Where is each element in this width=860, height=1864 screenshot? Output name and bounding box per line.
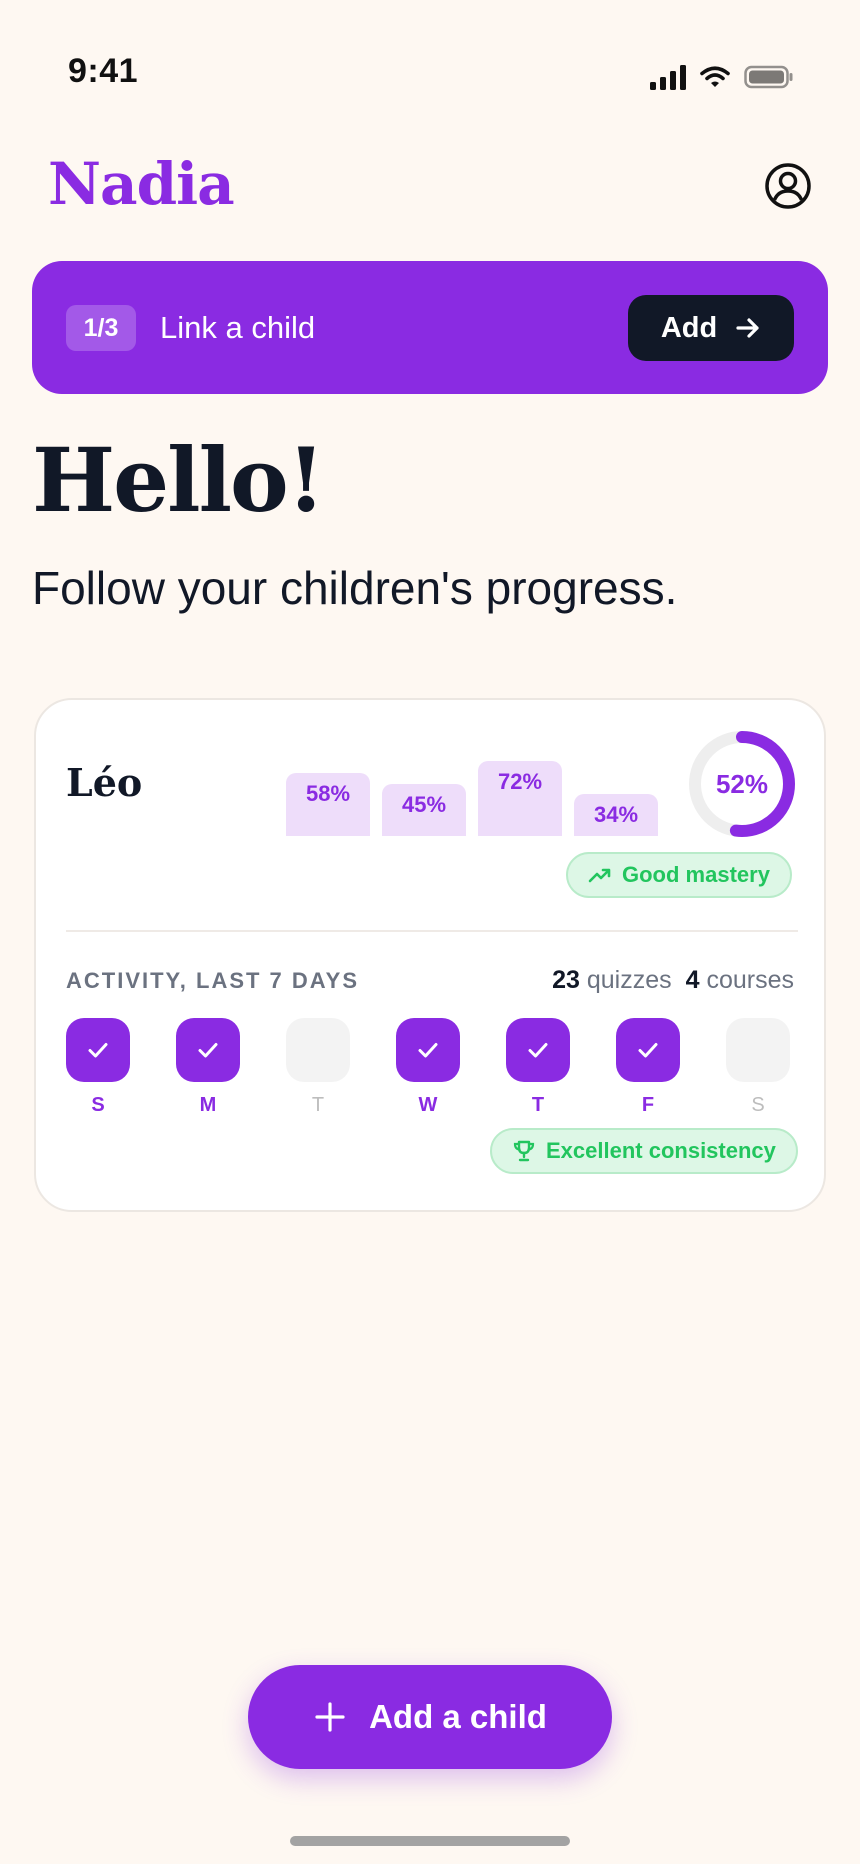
courses-label: courses (706, 966, 794, 994)
activity-day-done (396, 1018, 460, 1082)
subject-bar-label: 58% (305, 781, 351, 806)
activity-day-done (66, 1018, 130, 1082)
banner-add-label: Add (660, 311, 718, 344)
mastery-badge-label: Good mastery (622, 862, 770, 887)
activity-label: ACTIVITY, LAST 7 DAYS (66, 968, 360, 993)
profile-button[interactable] (764, 162, 812, 210)
activity-day: F (616, 1018, 680, 1117)
subject-bar-label: 34% (593, 802, 639, 827)
activity-day: S (66, 1018, 130, 1117)
arrow-right-icon (736, 318, 759, 338)
consistency-badge-label: Excellent consistency (546, 1138, 776, 1163)
activity-day-done (506, 1018, 570, 1082)
activity-day-letter: W (418, 1094, 438, 1116)
home-indicator (290, 1836, 570, 1846)
check-icon (418, 1043, 438, 1058)
activity-day: T (286, 1018, 350, 1117)
page-title: Hello! (32, 428, 325, 532)
mastery-badge: Good mastery (566, 852, 792, 898)
subject-bar-label: 45% (401, 792, 447, 817)
activity-day: M (176, 1018, 240, 1117)
activity-day-letter: S (91, 1094, 105, 1116)
quizzes-count: 23 (552, 966, 580, 994)
child-name: Léo (66, 760, 143, 805)
add-child-label: Add a child (369, 1698, 547, 1735)
courses-stat: 4 courses (686, 966, 794, 995)
trending-up-icon (588, 868, 611, 883)
quizzes-label: quizzes (586, 966, 672, 994)
activity-day-letter: T (311, 1094, 325, 1116)
activity-day-done (616, 1018, 680, 1082)
user-profile-icon (765, 163, 811, 209)
wifi-icon (700, 66, 730, 87)
subject-bar-label: 72% (497, 769, 543, 794)
brand-logo: Nadia (48, 150, 235, 218)
trophy-icon (513, 1140, 535, 1162)
quizzes-stat: 23 quizzes (552, 966, 672, 995)
courses-count: 4 (685, 966, 700, 994)
check-icon (638, 1043, 658, 1058)
activity-day-letter: T (531, 1094, 545, 1116)
activity-day-empty (286, 1018, 350, 1082)
activity-day-letter: S (751, 1094, 765, 1116)
battery-icon (744, 65, 793, 89)
page-subtitle: Follow your children's progress. (32, 562, 678, 614)
status-icons (650, 64, 794, 90)
activity-day: T (506, 1018, 570, 1117)
overall-progress-label: 52% (715, 768, 769, 799)
onboarding-banner: 1/3 Link a child Add (32, 261, 828, 394)
status-bar: 9:41 (0, 0, 860, 110)
activity-day: S (726, 1018, 790, 1117)
activity-day-letter: F (641, 1094, 655, 1116)
check-icon (528, 1043, 548, 1058)
activity-day: W (396, 1018, 460, 1117)
card-divider (66, 930, 798, 932)
check-icon (198, 1043, 218, 1058)
add-child-button[interactable]: Add a child (248, 1665, 612, 1769)
check-icon (88, 1043, 108, 1058)
activity-stats: 23 quizzes 4 courses (552, 966, 794, 995)
step-badge: 1/3 (66, 305, 136, 351)
activity-day-letter: M (199, 1094, 217, 1116)
banner-text: Link a child (160, 310, 316, 345)
child-card[interactable]: Léo 58% 45% 72% 34% 52% Good mastery ACTIVI… (34, 698, 826, 1212)
cellular-signal-icon (650, 64, 686, 90)
activity-day-empty (726, 1018, 790, 1082)
plus-icon (315, 1702, 345, 1732)
activity-day-done (176, 1018, 240, 1082)
banner-add-button[interactable]: Add (628, 295, 794, 361)
consistency-badge: Excellent consistency (490, 1128, 798, 1174)
status-time: 9:41 (68, 52, 139, 90)
